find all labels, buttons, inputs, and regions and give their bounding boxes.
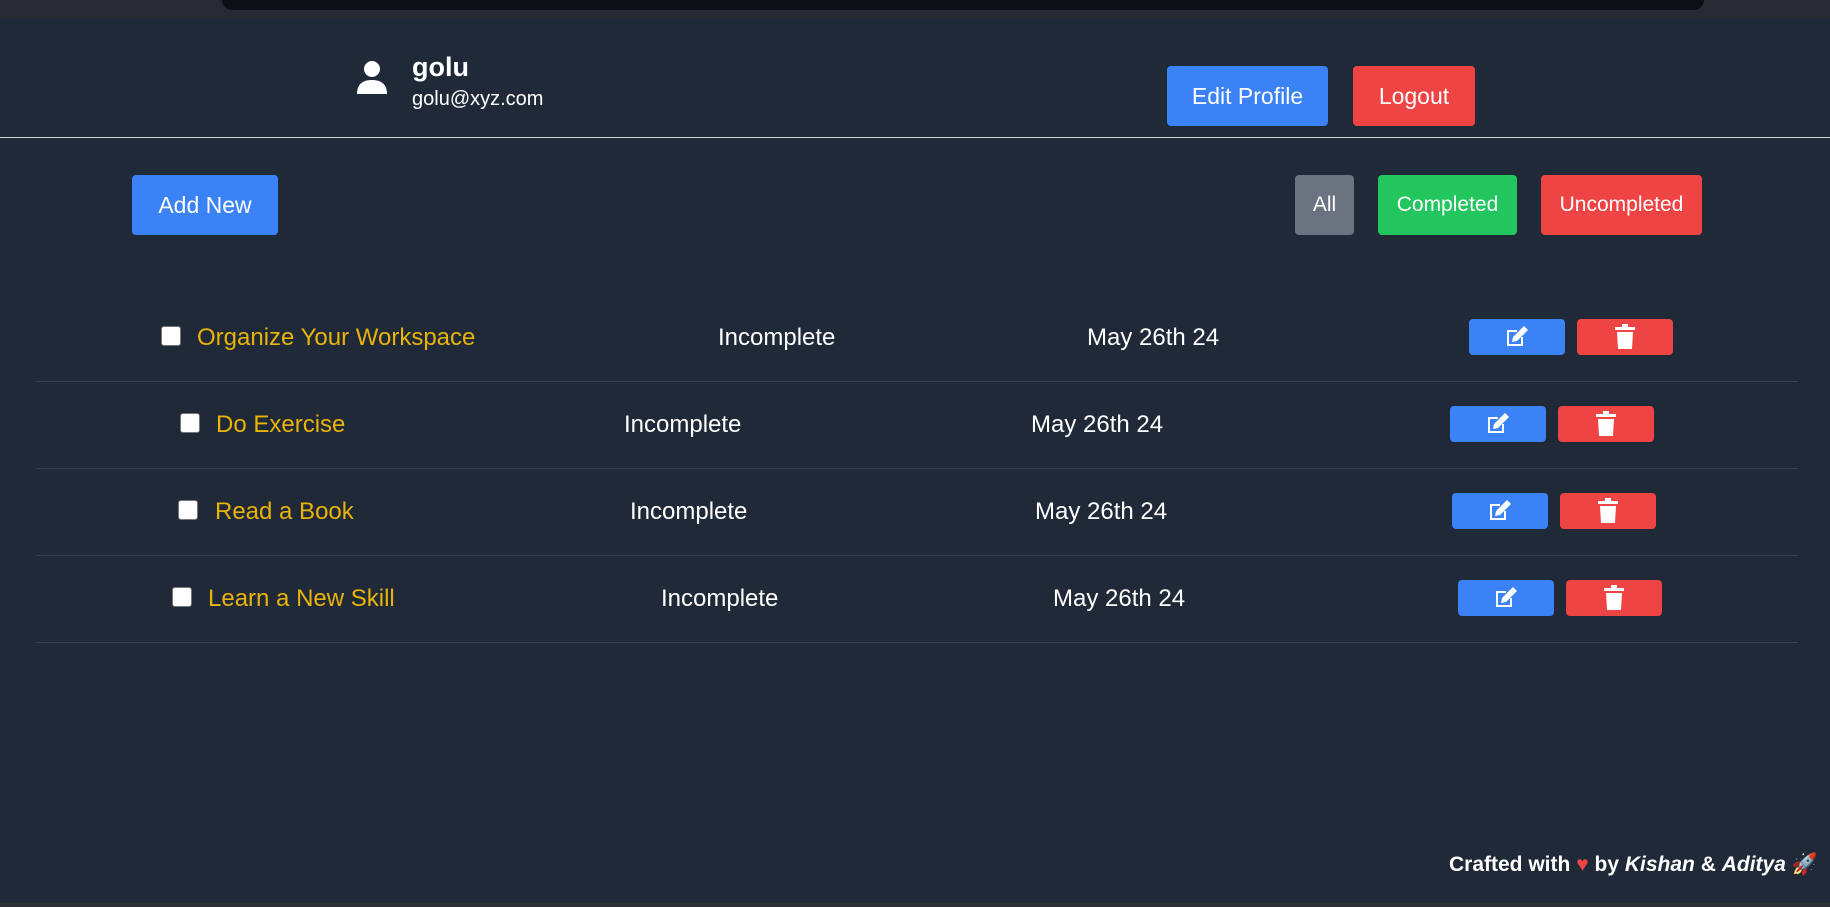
task-checkbox[interactable] bbox=[178, 500, 198, 520]
edit-task-button[interactable] bbox=[1450, 406, 1546, 442]
table-row: Do Exercise Incomplete May 26th 24 bbox=[36, 382, 1798, 469]
footer-by-text: by bbox=[1594, 853, 1620, 876]
task-checkbox[interactable] bbox=[161, 326, 181, 346]
task-date: May 26th 24 bbox=[1035, 498, 1168, 525]
task-date: May 26th 24 bbox=[1031, 411, 1164, 438]
bottom-strip bbox=[0, 903, 1830, 907]
user-email: golu@xyz.com bbox=[412, 88, 544, 110]
user-icon bbox=[357, 61, 387, 94]
delete-task-button[interactable] bbox=[1566, 580, 1662, 616]
footer-author-2: Aditya bbox=[1721, 853, 1786, 876]
task-status: Incomplete bbox=[661, 585, 779, 612]
task-checkbox[interactable] bbox=[172, 587, 192, 607]
logout-button[interactable]: Logout bbox=[1353, 66, 1475, 126]
trash-icon bbox=[1596, 411, 1616, 436]
task-date: May 26th 24 bbox=[1053, 585, 1186, 612]
edit-task-button[interactable] bbox=[1452, 493, 1548, 529]
table-row: Learn a New Skill Incomplete May 26th 24 bbox=[36, 556, 1798, 643]
footer-crafted-text: Crafted with bbox=[1449, 853, 1571, 876]
task-status: Incomplete bbox=[630, 498, 748, 525]
filter-completed-button[interactable]: Completed bbox=[1378, 175, 1517, 235]
user-name: golu bbox=[412, 52, 469, 82]
task-title: Organize Your Workspace bbox=[197, 324, 476, 351]
edit-icon bbox=[1488, 413, 1509, 433]
delete-task-button[interactable] bbox=[1560, 493, 1656, 529]
trash-icon bbox=[1604, 585, 1624, 610]
edit-task-button[interactable] bbox=[1458, 580, 1554, 616]
task-title: Read a Book bbox=[215, 498, 354, 525]
trash-icon bbox=[1615, 324, 1635, 349]
top-bar bbox=[222, 0, 1704, 10]
footer-author-1: Kishan bbox=[1624, 853, 1695, 876]
add-new-button[interactable]: Add New bbox=[132, 175, 278, 235]
table-row: Read a Book Incomplete May 26th 24 bbox=[36, 469, 1798, 556]
task-title: Do Exercise bbox=[216, 411, 346, 438]
task-date: May 26th 24 bbox=[1087, 324, 1220, 351]
filter-uncompleted-button[interactable]: Uncompleted bbox=[1541, 175, 1702, 235]
edit-profile-button[interactable]: Edit Profile bbox=[1167, 66, 1328, 126]
footer-amp: & bbox=[1700, 853, 1716, 876]
edit-icon bbox=[1496, 587, 1517, 607]
edit-icon bbox=[1507, 326, 1528, 346]
heart-icon: ♥ bbox=[1576, 853, 1589, 876]
trash-icon bbox=[1598, 498, 1618, 523]
task-status: Incomplete bbox=[718, 324, 836, 351]
task-checkbox[interactable] bbox=[180, 413, 200, 433]
filter-all-button[interactable]: All bbox=[1295, 175, 1354, 235]
edit-task-button[interactable] bbox=[1469, 319, 1565, 355]
edit-icon bbox=[1490, 500, 1511, 520]
profile-header: golu golu@xyz.com Edit Profile Logout bbox=[0, 18, 1830, 138]
task-title: Learn a New Skill bbox=[208, 585, 395, 612]
delete-task-button[interactable] bbox=[1577, 319, 1673, 355]
rocket-icon: 🚀 bbox=[1791, 853, 1818, 876]
table-row: Organize Your Workspace Incomplete May 2… bbox=[36, 295, 1798, 382]
task-status: Incomplete bbox=[624, 411, 742, 438]
delete-task-button[interactable] bbox=[1558, 406, 1654, 442]
footer-credit: Crafted with ♥ by Kishan & Aditya 🚀 bbox=[1449, 853, 1818, 877]
